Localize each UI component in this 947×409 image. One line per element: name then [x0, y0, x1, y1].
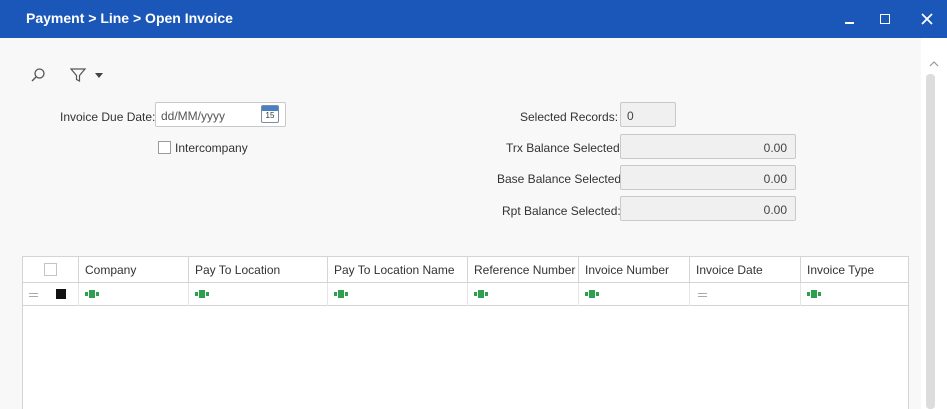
scroll-up-arrow-icon[interactable]	[929, 60, 939, 68]
calendar-icon[interactable]: 15	[261, 105, 279, 123]
close-icon	[921, 13, 933, 25]
rpt-balance-field: 0.00	[620, 196, 796, 221]
column-header-pay-to-location[interactable]: Pay To Location	[188, 257, 327, 283]
base-balance-value: 0.00	[763, 172, 787, 186]
scroll-thumb[interactable]	[926, 74, 935, 409]
text-filter-icon	[807, 290, 821, 298]
close-button[interactable]	[910, 0, 944, 38]
filter-dropdown-arrow-icon[interactable]	[95, 73, 103, 79]
title-bar: Payment > Line > Open Invoice	[0, 0, 947, 38]
text-filter-icon	[85, 290, 99, 298]
trx-balance-value: 0.00	[763, 141, 787, 155]
column-header-company[interactable]: Company	[78, 257, 188, 283]
intercompany-label: Intercompany	[175, 141, 248, 155]
select-all-checkbox[interactable]	[44, 263, 57, 276]
selected-records-value: 0	[627, 109, 634, 123]
text-filter-icon	[334, 290, 348, 298]
minimize-button[interactable]	[832, 0, 866, 38]
search-icon[interactable]	[30, 67, 46, 83]
selected-records-field: 0	[620, 102, 676, 127]
filter-cell-invoice-date[interactable]	[689, 283, 800, 306]
trx-balance-field: 0.00	[620, 134, 796, 159]
filter-row-selector-icon[interactable]	[56, 289, 66, 299]
equals-filter-icon	[698, 293, 707, 297]
filter-cell-pay-to-location-name[interactable]	[327, 283, 467, 306]
column-header-invoice-date[interactable]: Invoice Date	[689, 257, 800, 283]
row-filter-equals-icon[interactable]	[29, 293, 38, 297]
base-balance-field: 0.00	[620, 165, 796, 190]
filter-cell-invoice-type[interactable]	[800, 283, 908, 306]
text-filter-icon	[195, 290, 209, 298]
intercompany-checkbox[interactable]	[158, 141, 171, 154]
filter-cell-invoice-number[interactable]	[578, 283, 689, 306]
invoice-due-date-placeholder: dd/MM/yyyy	[161, 109, 226, 123]
filter-cell-pay-to-location[interactable]	[188, 283, 327, 306]
rpt-balance-value: 0.00	[763, 203, 787, 217]
maximize-icon	[880, 14, 890, 24]
column-header-pay-to-location-name[interactable]: Pay To Location Name	[327, 257, 467, 283]
selected-records-label: Selected Records:	[520, 110, 619, 124]
invoice-grid: Company Pay To Location Pay To Location …	[22, 256, 909, 409]
column-header-invoice-type[interactable]: Invoice Type	[800, 257, 908, 283]
maximize-button[interactable]	[868, 0, 902, 38]
filter-row	[23, 283, 908, 306]
filter-icon[interactable]	[70, 68, 86, 83]
calendar-day: 15	[265, 111, 275, 120]
text-filter-icon	[585, 290, 599, 298]
window-title: Payment > Line > Open Invoice	[26, 10, 233, 26]
invoice-due-date-label: Invoice Due Date:	[60, 110, 156, 124]
filter-cell-reference-number[interactable]	[467, 283, 578, 306]
column-header-reference-number[interactable]: Reference Number	[467, 257, 578, 283]
text-filter-icon	[474, 290, 488, 298]
column-header-invoice-number[interactable]: Invoice Number	[578, 257, 689, 283]
minimize-icon	[844, 22, 854, 24]
base-balance-label: Base Balance Selected:	[497, 172, 625, 186]
vertical-scrollbar[interactable]	[921, 38, 947, 409]
rpt-balance-label: Rpt Balance Selected:	[502, 204, 621, 218]
trx-balance-label: Trx Balance Selected:	[506, 141, 623, 155]
grid-header: Company Pay To Location Pay To Location …	[23, 257, 908, 283]
filter-cell-company[interactable]	[78, 283, 188, 306]
